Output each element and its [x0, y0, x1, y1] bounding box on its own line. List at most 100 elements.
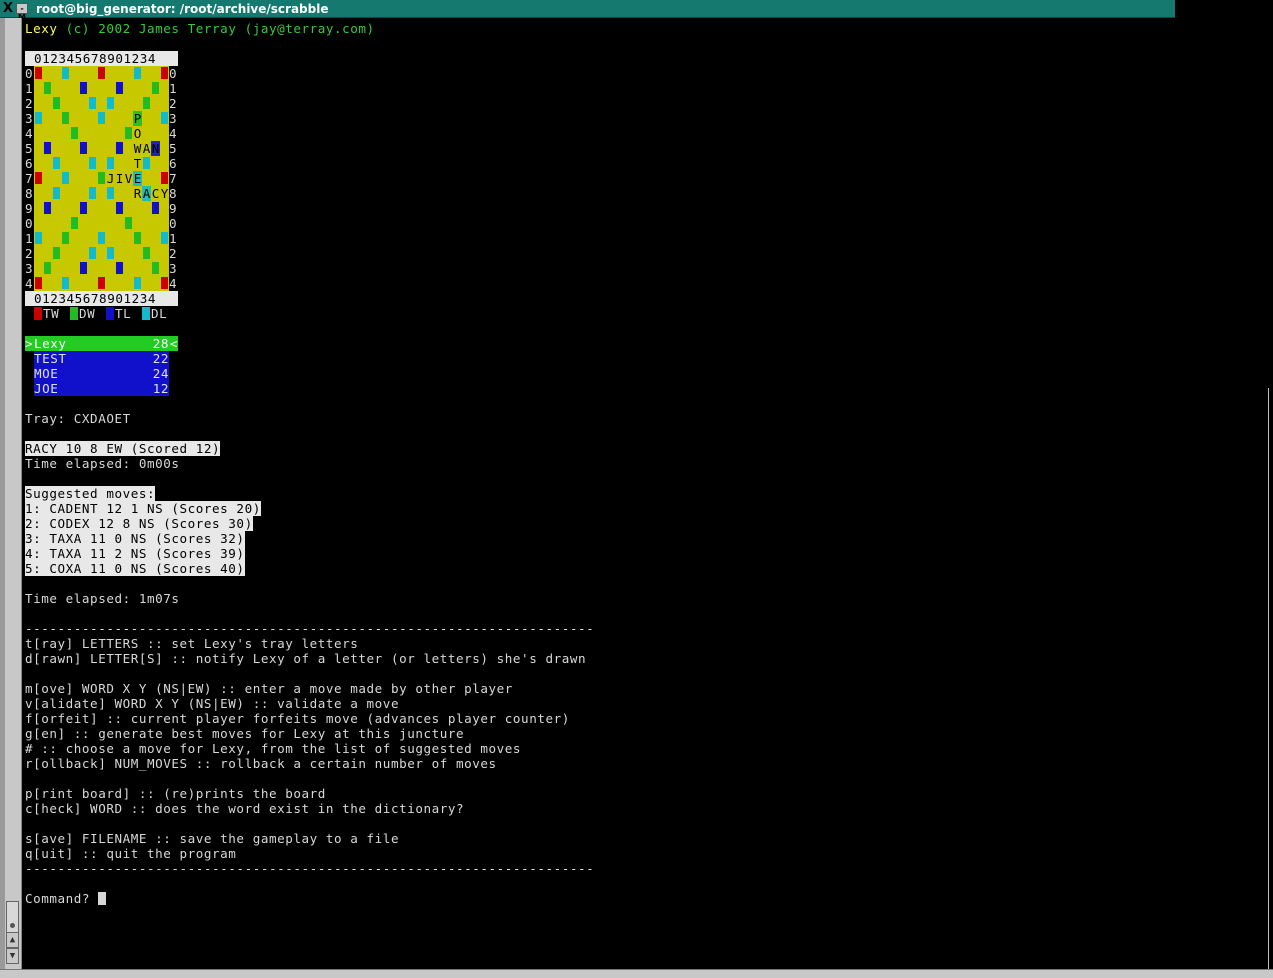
- row-label-left: 0: [25, 66, 33, 81]
- board-tile: Y: [160, 186, 169, 201]
- suggested-move-text: 2: CODEX 12 8 NS (Scores 30): [25, 516, 253, 531]
- triple-word-square: [161, 67, 168, 79]
- double-letter-square: [62, 67, 69, 79]
- help-line: m[ove] WORD X Y (NS|EW) :: enter a move …: [25, 681, 513, 696]
- scrollbar-grip-icon: [10, 923, 15, 928]
- time-elapsed-1: Time elapsed: 0m00s: [25, 456, 180, 471]
- row-label-right: 3: [169, 261, 177, 276]
- double-letter-square: [53, 187, 60, 199]
- double-letter-square: [107, 247, 114, 259]
- help-line: f[orfeit] :: current player forfeits mov…: [25, 711, 570, 726]
- double-letter-square: [161, 232, 168, 244]
- suggested-moves-heading: Suggested moves:: [25, 486, 156, 501]
- double-word-square: [53, 247, 60, 259]
- row-label-left: 6: [25, 156, 33, 171]
- double-letter-square: [89, 157, 96, 169]
- last-move: RACY 10 8 EW (Scored 12): [25, 441, 221, 456]
- double-word-square: [143, 247, 150, 259]
- board-tile: P: [133, 111, 142, 126]
- help-line: s[ave] FILENAME :: save the gameplay to …: [25, 831, 400, 846]
- player-row: Lexy 28 > <: [25, 336, 178, 351]
- double-word-square: [98, 172, 105, 184]
- time-elapsed-2: Time elapsed: 1m07s: [25, 591, 180, 606]
- triple-letter-square: [44, 202, 51, 214]
- suggested-move-text: 1: CADENT 12 1 NS (Scores 20): [25, 501, 261, 516]
- divider-bottom: ----------------------------------------…: [25, 861, 595, 876]
- legend-swatch-tw: [34, 307, 42, 320]
- legend-swatch-tl: [106, 307, 114, 320]
- column-numbers-top: 012345678901234: [34, 51, 156, 66]
- copyright-text: (c) 2002 James Terray (jay@terray.com): [65, 21, 375, 36]
- window-title: root@big_generator: /root/archive/scrabb…: [36, 2, 329, 16]
- triple-letter-square: [80, 262, 87, 274]
- window-titlebar[interactable]: X -M root@big_generator: /root/archive/s…: [0, 0, 1175, 22]
- triple-word-square: [35, 67, 42, 79]
- double-word-square: [53, 97, 60, 109]
- help-line: d[rawn] LETTER[S] :: notify Lexy of a le…: [25, 651, 587, 666]
- double-letter-square: [89, 97, 96, 109]
- help-line: c[heck] WORD :: does the word exist in t…: [25, 801, 465, 816]
- help-line: r[ollback] NUM_MOVES :: rollback a certa…: [25, 756, 497, 771]
- help-line: p[rint board] :: (re)prints the board: [25, 786, 326, 801]
- double-letter-square: [143, 157, 150, 169]
- double-letter-square: [62, 172, 69, 184]
- window-right-divider: [1268, 388, 1269, 969]
- double-letter-square: [134, 277, 141, 289]
- row-label-left: 2: [25, 96, 33, 111]
- suggested-move: 5: COXA 11 0 NS (Scores 40): [25, 561, 245, 576]
- row-label-right: 4: [169, 276, 177, 291]
- double-word-square: [152, 82, 159, 94]
- row-label-right: 3: [169, 111, 177, 126]
- double-word-square: [44, 82, 51, 94]
- triple-letter-square: [116, 82, 123, 94]
- scroll-down-arrow-icon[interactable]: ▼: [6, 948, 19, 964]
- double-word-square: [62, 112, 69, 124]
- double-letter-square: [107, 97, 114, 109]
- row-label-right: 5: [169, 141, 177, 156]
- triple-letter-square: [152, 202, 159, 214]
- player-row: MOE 24: [34, 366, 169, 381]
- triple-letter-square: [116, 262, 123, 274]
- scrollbar[interactable]: ▲ ▼: [5, 18, 22, 969]
- divider-top: ----------------------------------------…: [25, 621, 595, 636]
- legend-label-dl: DL: [151, 306, 168, 321]
- board-tile: E: [133, 171, 142, 186]
- row-label-right: 0: [169, 66, 177, 81]
- legend-swatch-dw: [70, 307, 78, 320]
- row-label-left: 3: [25, 111, 33, 126]
- row-label-left: 8: [25, 186, 33, 201]
- legend-label-tl: TL: [115, 306, 132, 321]
- board-tile: R: [133, 186, 142, 201]
- window-menu-button[interactable]: -M: [16, 3, 28, 22]
- player-name: TEST: [34, 351, 67, 366]
- suggested-move-text: 5: COXA 11 0 NS (Scores 40): [25, 561, 245, 576]
- board-column-header-top: 012345678901234: [25, 51, 178, 66]
- x-logo-icon[interactable]: X: [3, 0, 13, 18]
- player-name: MOE: [34, 366, 59, 381]
- column-numbers-bottom: 012345678901234: [34, 291, 156, 306]
- suggested-move: 4: TAXA 11 2 NS (Scores 39): [25, 546, 245, 561]
- player-score: 12: [152, 381, 169, 396]
- player-score: 22: [152, 351, 169, 366]
- board-tile: J: [106, 171, 115, 186]
- double-letter-square: [89, 247, 96, 259]
- player-name: JOE: [34, 381, 59, 396]
- row-label-right: 1: [169, 231, 177, 246]
- board-tile: N: [151, 141, 160, 156]
- row-label-right: 4: [169, 126, 177, 141]
- double-letter-square: [161, 112, 168, 124]
- command-prompt[interactable]: Command?: [25, 891, 107, 906]
- row-label-right: 2: [169, 246, 177, 261]
- double-letter-square: [53, 157, 60, 169]
- scroll-up-arrow-icon[interactable]: ▲: [6, 932, 19, 948]
- double-letter-square: [107, 187, 114, 199]
- board-tile: V: [124, 171, 133, 186]
- app-header: Lexy (c) 2002 James Terray (jay@terray.c…: [25, 21, 375, 36]
- active-player-marker-right-icon: <: [169, 336, 178, 351]
- double-word-square: [71, 127, 78, 139]
- double-letter-square: [62, 277, 69, 289]
- help-line: q[uit] :: quit the program: [25, 846, 237, 861]
- text-cursor[interactable]: [98, 892, 107, 905]
- triple-letter-square: [44, 142, 51, 154]
- board-tile: W: [133, 141, 142, 156]
